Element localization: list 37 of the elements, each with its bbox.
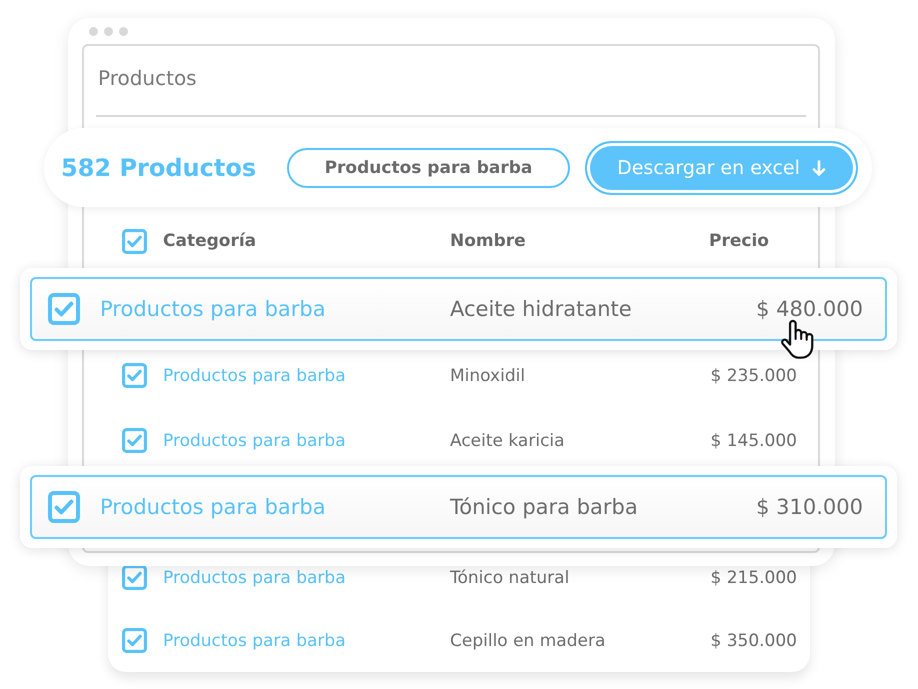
- column-header: Categoría: [163, 231, 258, 251]
- price-cell: $ 480.000: [756, 297, 863, 321]
- column-header: Precio: [709, 231, 769, 251]
- window-dot-icon: [104, 27, 113, 36]
- name-cell-text: Aceite karicia: [450, 430, 566, 450]
- checkbox[interactable]: [48, 293, 80, 325]
- window-title: Productos: [97, 65, 198, 90]
- name-cell-text: Minoxidil: [450, 366, 526, 386]
- category-cell-text: Productos para barba: [163, 630, 347, 650]
- price-cell: $ 310.000: [756, 495, 863, 519]
- price-cell: $ 145.000: [710, 430, 797, 450]
- price-cell: $ 215.000: [710, 568, 797, 588]
- price-cell: $ 235.000: [710, 366, 797, 386]
- category-cell-text: Productos para barba: [100, 495, 327, 519]
- highlighted-row[interactable]: Productos para barba Aceite hidratante $ 480.000: [30, 277, 887, 341]
- category-cell-text: Productos para barba: [163, 430, 347, 450]
- filter-button[interactable]: Productos para barba: [287, 148, 570, 188]
- name-cell-text: Tónico natural: [450, 568, 570, 588]
- checkbox[interactable]: [122, 363, 147, 388]
- window-dot-icon: [89, 27, 98, 36]
- window-dot-icon: [119, 27, 128, 36]
- arrow-down-icon: [812, 160, 826, 176]
- category-cell-text: Productos para barba: [163, 366, 347, 386]
- category-cell-text: Productos para barba: [163, 568, 347, 588]
- name-cell-text: Cepillo en madera: [450, 630, 606, 650]
- price-cell: $ 350.000: [710, 630, 797, 650]
- product-count: 582 Productos: [61, 154, 256, 182]
- checkbox[interactable]: [48, 491, 80, 523]
- checkbox[interactable]: [122, 565, 147, 590]
- name-cell-text: Aceite hidratante: [450, 297, 633, 321]
- checkbox[interactable]: [122, 628, 147, 653]
- column-header: Nombre: [450, 231, 527, 251]
- highlighted-row[interactable]: Productos para barba Tónico para barba $ 310.000: [30, 475, 887, 539]
- checkbox[interactable]: [122, 228, 147, 254]
- checkbox[interactable]: [122, 428, 147, 453]
- name-cell-text: Tónico para barba: [450, 495, 639, 519]
- category-cell-text: Productos para barba: [100, 297, 327, 321]
